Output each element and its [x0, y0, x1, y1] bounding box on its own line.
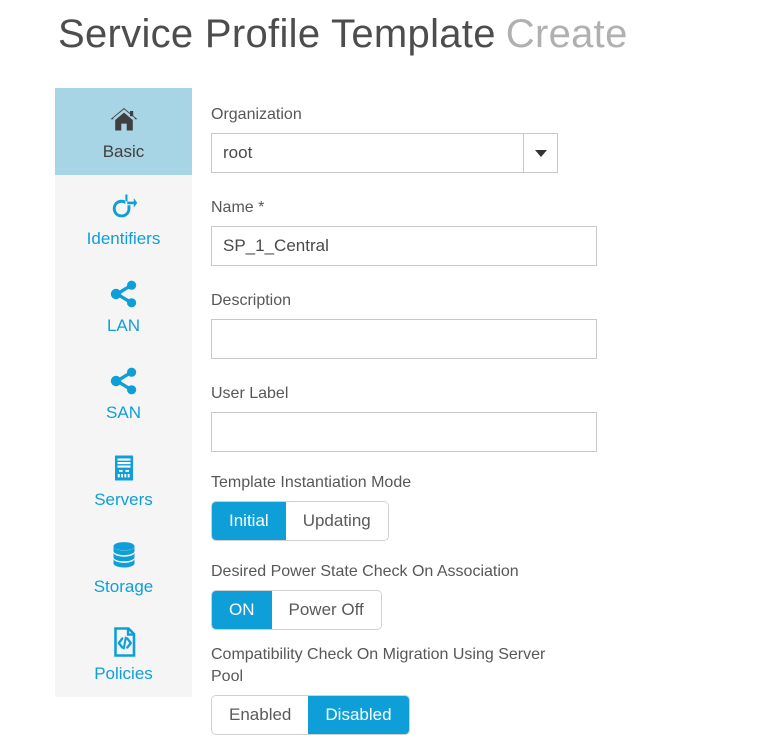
name-input[interactable]	[211, 226, 597, 266]
name-label: Name *	[211, 197, 611, 219]
basic-settings-form: Organization Name * Description User Lab…	[211, 104, 611, 735]
network-share-icon	[107, 364, 141, 398]
sidebar-item-servers[interactable]: Servers	[55, 436, 192, 523]
sidebar-item-label: LAN	[106, 316, 141, 335]
server-rack-icon	[107, 451, 141, 485]
description-label: Description	[211, 292, 292, 309]
wizard-sidebar: Basic Identifiers LAN SAN Servers Storag…	[55, 88, 192, 697]
sidebar-item-label: Servers	[94, 490, 153, 509]
description-input[interactable]	[211, 319, 597, 359]
sidebar-item-lan[interactable]: LAN	[55, 262, 192, 349]
page-title-sub: Create	[505, 12, 628, 56]
sidebar-item-storage[interactable]: Storage	[55, 523, 192, 610]
sidebar-item-label: SAN	[106, 403, 141, 422]
compatibility-check-label: Compatibility Check On Migration Using S…	[211, 646, 546, 685]
network-share-icon	[107, 277, 141, 311]
toggle-option-initial[interactable]: Initial	[212, 502, 286, 540]
chevron-down-icon	[534, 149, 547, 157]
code-document-icon	[107, 625, 141, 659]
user-label-label: User Label	[211, 385, 289, 402]
toggle-option-updating[interactable]: Updating	[285, 502, 388, 540]
organization-label: Organization	[211, 106, 302, 123]
sidebar-item-label: Policies	[94, 664, 153, 683]
organization-dropdown-button[interactable]	[523, 133, 558, 173]
required-marker: *	[258, 199, 265, 216]
desired-power-state-toggle: ON Power Off	[211, 590, 382, 630]
compatibility-check-toggle: Enabled Disabled	[211, 695, 410, 735]
sidebar-item-identifiers[interactable]: Identifiers	[55, 175, 192, 262]
service-profile-template-create-page: Service Profile Template Create Basic Ide…	[0, 0, 783, 743]
page-title-main: Service Profile Template	[58, 12, 496, 56]
template-instantiation-mode-toggle: Initial Updating	[211, 501, 389, 541]
toggle-option-disabled[interactable]: Disabled	[308, 696, 409, 734]
sidebar-item-label: Storage	[93, 577, 154, 596]
user-label-input[interactable]	[211, 412, 597, 452]
sidebar-item-label: Basic	[102, 142, 145, 161]
toggle-option-power-off[interactable]: Power Off	[271, 591, 381, 629]
name-label-text: Name	[211, 199, 254, 216]
sidebar-item-san[interactable]: SAN	[55, 349, 192, 436]
sidebar-item-policies[interactable]: Policies	[55, 610, 192, 697]
organization-select[interactable]	[211, 133, 611, 173]
desired-power-state-label: Desired Power State Check On Association	[211, 563, 519, 580]
template-instantiation-mode-label: Template Instantiation Mode	[211, 474, 412, 491]
toggle-option-enabled[interactable]: Enabled	[212, 696, 309, 734]
page-title: Service Profile Template Create	[58, 12, 628, 57]
sidebar-item-label: Identifiers	[86, 229, 161, 248]
home-icon	[107, 103, 141, 137]
organization-input[interactable]	[211, 133, 523, 173]
toggle-option-on[interactable]: ON	[212, 591, 272, 629]
database-stack-icon	[107, 538, 141, 572]
sidebar-item-basic[interactable]: Basic	[55, 88, 192, 175]
identifier-icon	[107, 190, 141, 224]
